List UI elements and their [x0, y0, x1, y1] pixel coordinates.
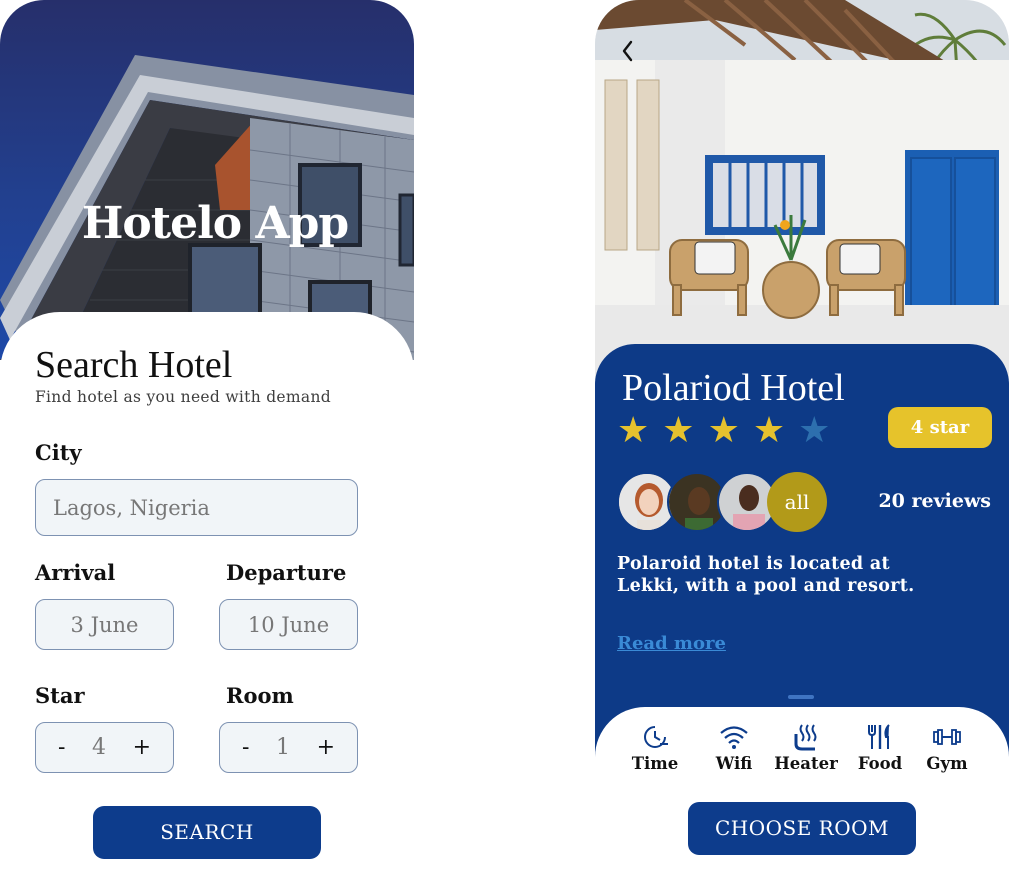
hotel-photo — [595, 0, 1009, 380]
star-value: 4 — [92, 735, 106, 760]
city-input[interactable]: Lagos, Nigeria — [35, 479, 358, 536]
amenity-label: Time — [631, 754, 679, 773]
search-screen: Hotelo App Search Hotel Find hotel as yo… — [0, 0, 414, 896]
star-filled-icon: ★ — [617, 410, 650, 451]
wifi-icon — [720, 726, 748, 749]
star-filled-icon: ★ — [662, 410, 695, 451]
arrival-label: Arrival — [35, 560, 116, 585]
hotel-name: Polariod Hotel — [622, 367, 845, 409]
departure-label: Departure — [226, 560, 347, 585]
building-illustration — [0, 55, 414, 360]
hotel-description: Polaroid hotel is located at Lekki, with… — [617, 554, 915, 596]
room-label: Room — [226, 683, 294, 708]
hero-building-image: Hotelo App — [0, 0, 414, 360]
star-filled-icon: ★ — [707, 410, 740, 451]
room-decrement-button[interactable]: - — [242, 735, 249, 760]
amenity-label: Heater — [774, 754, 838, 773]
sheet-handle[interactable] — [788, 695, 814, 699]
city-label: City — [35, 440, 82, 465]
amenity-wifi[interactable]: Wifi — [694, 722, 774, 773]
star-increment-button[interactable]: + — [133, 735, 151, 760]
cutlery-icon — [868, 724, 890, 749]
search-button[interactable]: SEARCH — [93, 806, 321, 859]
reviews-count[interactable]: 20 reviews — [878, 490, 991, 512]
room-increment-button[interactable]: + — [317, 735, 335, 760]
amenity-label: Food — [857, 754, 903, 773]
amenity-label: Gym — [926, 754, 968, 773]
amenity-label: Wifi — [715, 754, 753, 773]
star-rating: ★ ★ ★ ★ ★ — [617, 413, 830, 449]
page-subtitle: Find hotel as you need with demand — [35, 388, 331, 406]
heater-icon — [794, 724, 817, 751]
all-reviewers-button[interactable]: all — [767, 472, 827, 532]
dumbbell-icon — [933, 729, 961, 745]
hotel-detail-screen: Polariod Hotel ★ ★ ★ ★ ★ 4 star all 20 r… — [595, 0, 1009, 896]
room-stepper: - 1 + — [219, 722, 358, 773]
choose-room-button[interactable]: CHOOSE ROOM — [688, 802, 916, 855]
amenity-time[interactable]: Time — [615, 722, 695, 773]
read-more-link[interactable]: Read more — [617, 633, 726, 654]
star-stepper: - 4 + — [35, 722, 174, 773]
page-title: Search Hotel — [35, 344, 233, 386]
star-filled-icon: ★ — [752, 410, 786, 451]
app-title: Hotelo App — [81, 198, 349, 249]
arrival-date-input[interactable]: 3 June — [35, 599, 174, 650]
back-arrow-icon[interactable] — [619, 38, 637, 64]
amenity-heater[interactable]: Heater — [766, 722, 846, 773]
reviewer-avatars: all — [617, 472, 837, 532]
clock-icon — [644, 726, 668, 748]
star-label: Star — [35, 683, 85, 708]
star-empty-icon: ★ — [798, 410, 831, 451]
departure-date-input[interactable]: 10 June — [219, 599, 358, 650]
amenity-gym[interactable]: Gym — [907, 722, 987, 773]
star-badge: 4 star — [888, 407, 992, 448]
room-value: 1 — [276, 735, 290, 760]
star-decrement-button[interactable]: - — [58, 735, 65, 760]
